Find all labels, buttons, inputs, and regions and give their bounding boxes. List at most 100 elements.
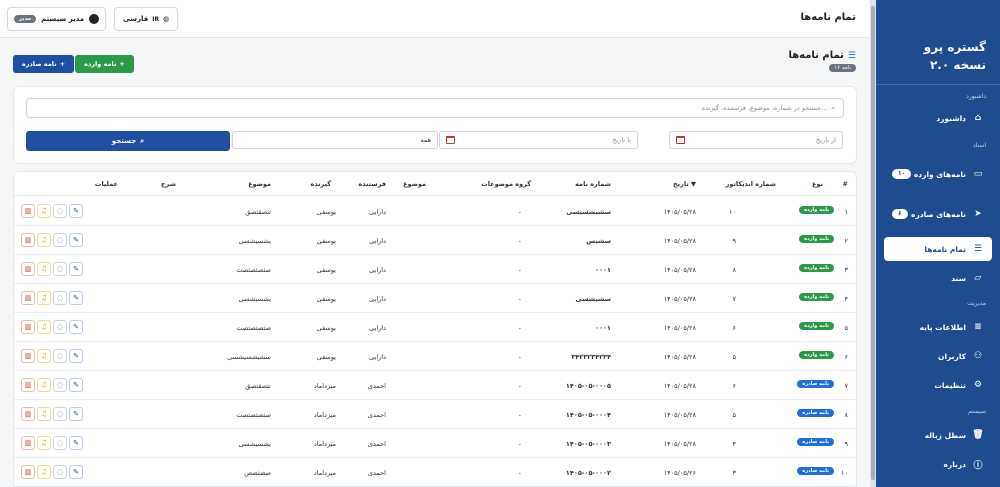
sidebar-item-incoming[interactable]: ▭ نامه‌های وارده ۱۰: [884, 162, 992, 186]
scrollbar-thumb[interactable]: [871, 6, 875, 480]
edit-button[interactable]: ✎: [69, 349, 83, 363]
search-input[interactable]: ⌕ جستجو در شماره، موضوع، فرستنده، گیرنده…: [26, 98, 844, 118]
trash-icon: ▥: [24, 381, 32, 389]
comment-icon: ◌: [56, 294, 64, 302]
reminder-button[interactable]: ♫: [37, 465, 51, 479]
delete-button[interactable]: ▥: [21, 204, 35, 218]
edit-button[interactable]: ✎: [69, 262, 83, 276]
table-row[interactable]: ۱۰ نامه صادره ۳ ۱۴۰۵/۰۵/۲۶ ۱۴۰۵-۰۵-۰۰۰۲ - احمد…: [14, 458, 856, 486]
new-outgoing-button[interactable]: نامه صادره +: [13, 55, 74, 73]
edit-button[interactable]: ✎: [69, 436, 83, 450]
col-type: نوع: [812, 180, 823, 188]
cell-num: ۲: [844, 237, 849, 245]
table-row[interactable]: ۶ نامه وارده ۵ ۱۴۰۵/۰۵/۲۸ ۳۴۲۳۲۳۴۲۳۴ - دارایی ی…: [14, 342, 856, 371]
delete-button[interactable]: ▥: [21, 407, 35, 421]
trash-icon: 🗑: [972, 430, 984, 440]
comment-button[interactable]: ◌: [53, 349, 67, 363]
sidebar: گستره پرو نسخه ۲.۰ داشبورد ⌂ داشبورد اسن…: [876, 0, 1000, 487]
table-row[interactable]: ۸ نامه صادره ۵ ۱۴۰۵/۰۵/۲۸ ۱۴۰۵-۰۵-۰۰۰۴ - احمدی…: [14, 400, 856, 429]
reminder-button[interactable]: ♫: [37, 262, 51, 276]
delete-button[interactable]: ▥: [21, 233, 35, 247]
table-row[interactable]: ۱ نامه وارده ۱۰ ۱۴۰۵/۰۵/۲۸ سشیشسیسی - دارایی یو…: [14, 197, 856, 226]
type-select[interactable]: همه: [232, 131, 438, 149]
trash-icon: ▥: [24, 468, 32, 476]
reminder-button[interactable]: ♫: [37, 291, 51, 305]
trash-icon: ▥: [24, 323, 32, 331]
cell-indicator: ۵: [732, 353, 737, 361]
sidebar-item-about[interactable]: ⓘ درباره: [884, 452, 992, 476]
pencil-icon: ✎: [73, 381, 79, 389]
comment-button[interactable]: ◌: [53, 233, 67, 247]
table-row[interactable]: ۳ نامه وارده ۸ ۱۴۰۵/۰۵/۲۸ ۰۰۰۱ - دارایی یوسفی صث…: [14, 255, 856, 284]
button-label: نامه صادره: [21, 60, 57, 68]
col-topic: موضوع: [248, 180, 271, 188]
calendar-icon[interactable]: [676, 136, 685, 144]
col-indicator: شماره اندیکاتور: [725, 180, 776, 188]
to-date-field[interactable]: تا تاریخ: [439, 131, 638, 149]
comment-button[interactable]: ◌: [53, 320, 67, 334]
search-button[interactable]: جستجو ⌕: [26, 131, 230, 151]
page-title: تمام نامه‌ها: [800, 12, 856, 23]
trash-icon: ▥: [24, 207, 32, 215]
reminder-button[interactable]: ♫: [37, 320, 51, 334]
pencil-icon: ✎: [73, 439, 79, 447]
from-date-placeholder: از تاریخ: [816, 136, 836, 144]
delete-button[interactable]: ▥: [21, 262, 35, 276]
reminder-button[interactable]: ♫: [37, 436, 51, 450]
user-menu[interactable]: مدیر مدیر سیستم: [7, 7, 107, 31]
trash-icon: ▥: [24, 265, 32, 273]
comment-icon: ◌: [56, 410, 64, 418]
comment-button[interactable]: ◌: [53, 407, 67, 421]
sidebar-item-document[interactable]: ▱ سند: [884, 266, 992, 290]
delete-button[interactable]: ▥: [21, 465, 35, 479]
delete-button[interactable]: ▥: [21, 291, 35, 305]
table-row[interactable]: ۲ نامه وارده ۹ ۱۴۰۵/۰۵/۲۸ سشیس - دارایی یوسفی یش…: [14, 226, 856, 255]
delete-button[interactable]: ▥: [21, 436, 35, 450]
letters-table: # نوع شماره اندیکاتور تاریخ ▼ شماره نامه…: [13, 171, 857, 487]
comment-button[interactable]: ◌: [53, 262, 67, 276]
col-date[interactable]: تاریخ ▼: [673, 180, 696, 188]
cell-date: ۱۴۰۵/۰۵/۲۸: [663, 382, 696, 390]
plus-icon: +: [59, 60, 66, 68]
edit-button[interactable]: ✎: [69, 204, 83, 218]
edit-button[interactable]: ✎: [69, 407, 83, 421]
from-date-field[interactable]: از تاریخ: [669, 131, 843, 149]
sidebar-item-label: اطلاعات پایه: [919, 322, 966, 332]
count-badge: ۶: [892, 209, 908, 219]
table-row[interactable]: ۹ نامه صادره ۴ ۱۴۰۵/۰۵/۲۸ ۱۴۰۵-۰۵-۰۰۰۳ - احمدی…: [14, 429, 856, 458]
table-row[interactable]: ۴ نامه وارده ۷ ۱۴۰۵/۰۵/۲۸ سشیشسی - دارایی یوسفی…: [14, 284, 856, 313]
edit-button[interactable]: ✎: [69, 233, 83, 247]
sidebar-item-outgoing[interactable]: ➤ نامه‌های صادره ۶: [884, 202, 992, 226]
reminder-button[interactable]: ♫: [37, 349, 51, 363]
brand: گستره پرو نسخه ۲.۰: [924, 38, 986, 74]
sidebar-item-settings[interactable]: ⚙ تنظیمات: [884, 373, 992, 397]
edit-button[interactable]: ✎: [69, 465, 83, 479]
delete-button[interactable]: ▥: [21, 349, 35, 363]
reminder-button[interactable]: ♫: [37, 407, 51, 421]
language-switcher[interactable]: فارسی IR ◍: [114, 7, 179, 31]
comment-button[interactable]: ◌: [53, 378, 67, 392]
cell-subject-group: -: [518, 237, 521, 245]
calendar-icon[interactable]: [446, 136, 455, 144]
reminder-button[interactable]: ♫: [37, 378, 51, 392]
edit-button[interactable]: ✎: [69, 378, 83, 392]
comment-button[interactable]: ◌: [53, 291, 67, 305]
edit-button[interactable]: ✎: [69, 320, 83, 334]
comment-button[interactable]: ◌: [53, 204, 67, 218]
new-incoming-button[interactable]: نامه وارده +: [75, 55, 134, 73]
comment-button[interactable]: ◌: [53, 436, 67, 450]
sidebar-item-dashboard[interactable]: ⌂ داشبورد: [884, 106, 992, 130]
edit-button[interactable]: ✎: [69, 291, 83, 305]
delete-button[interactable]: ▥: [21, 320, 35, 334]
reminder-button[interactable]: ♫: [37, 204, 51, 218]
reminder-button[interactable]: ♫: [37, 233, 51, 247]
sidebar-item-trash[interactable]: 🗑 سطل زباله: [884, 423, 992, 447]
bell-icon: ♫: [40, 236, 48, 244]
sidebar-item-base-info[interactable]: ≡ اطلاعات پایه: [884, 315, 992, 339]
table-row[interactable]: ۷ نامه صادره ۶ ۱۴۰۵/۰۵/۲۸ ۱۴۰۵-۰۵-۰۰۰۵ - احمدی…: [14, 371, 856, 400]
delete-button[interactable]: ▥: [21, 378, 35, 392]
comment-button[interactable]: ◌: [53, 465, 67, 479]
table-row[interactable]: ۵ نامه وارده ۶ ۱۴۰۵/۰۵/۲۸ ۰۰۰۱ - دارایی یوسفی صث…: [14, 313, 856, 342]
sidebar-item-all-letters[interactable]: ☰ تمام نامه‌ها: [884, 237, 992, 261]
sidebar-item-users[interactable]: ⚇ کاربران: [884, 344, 992, 368]
